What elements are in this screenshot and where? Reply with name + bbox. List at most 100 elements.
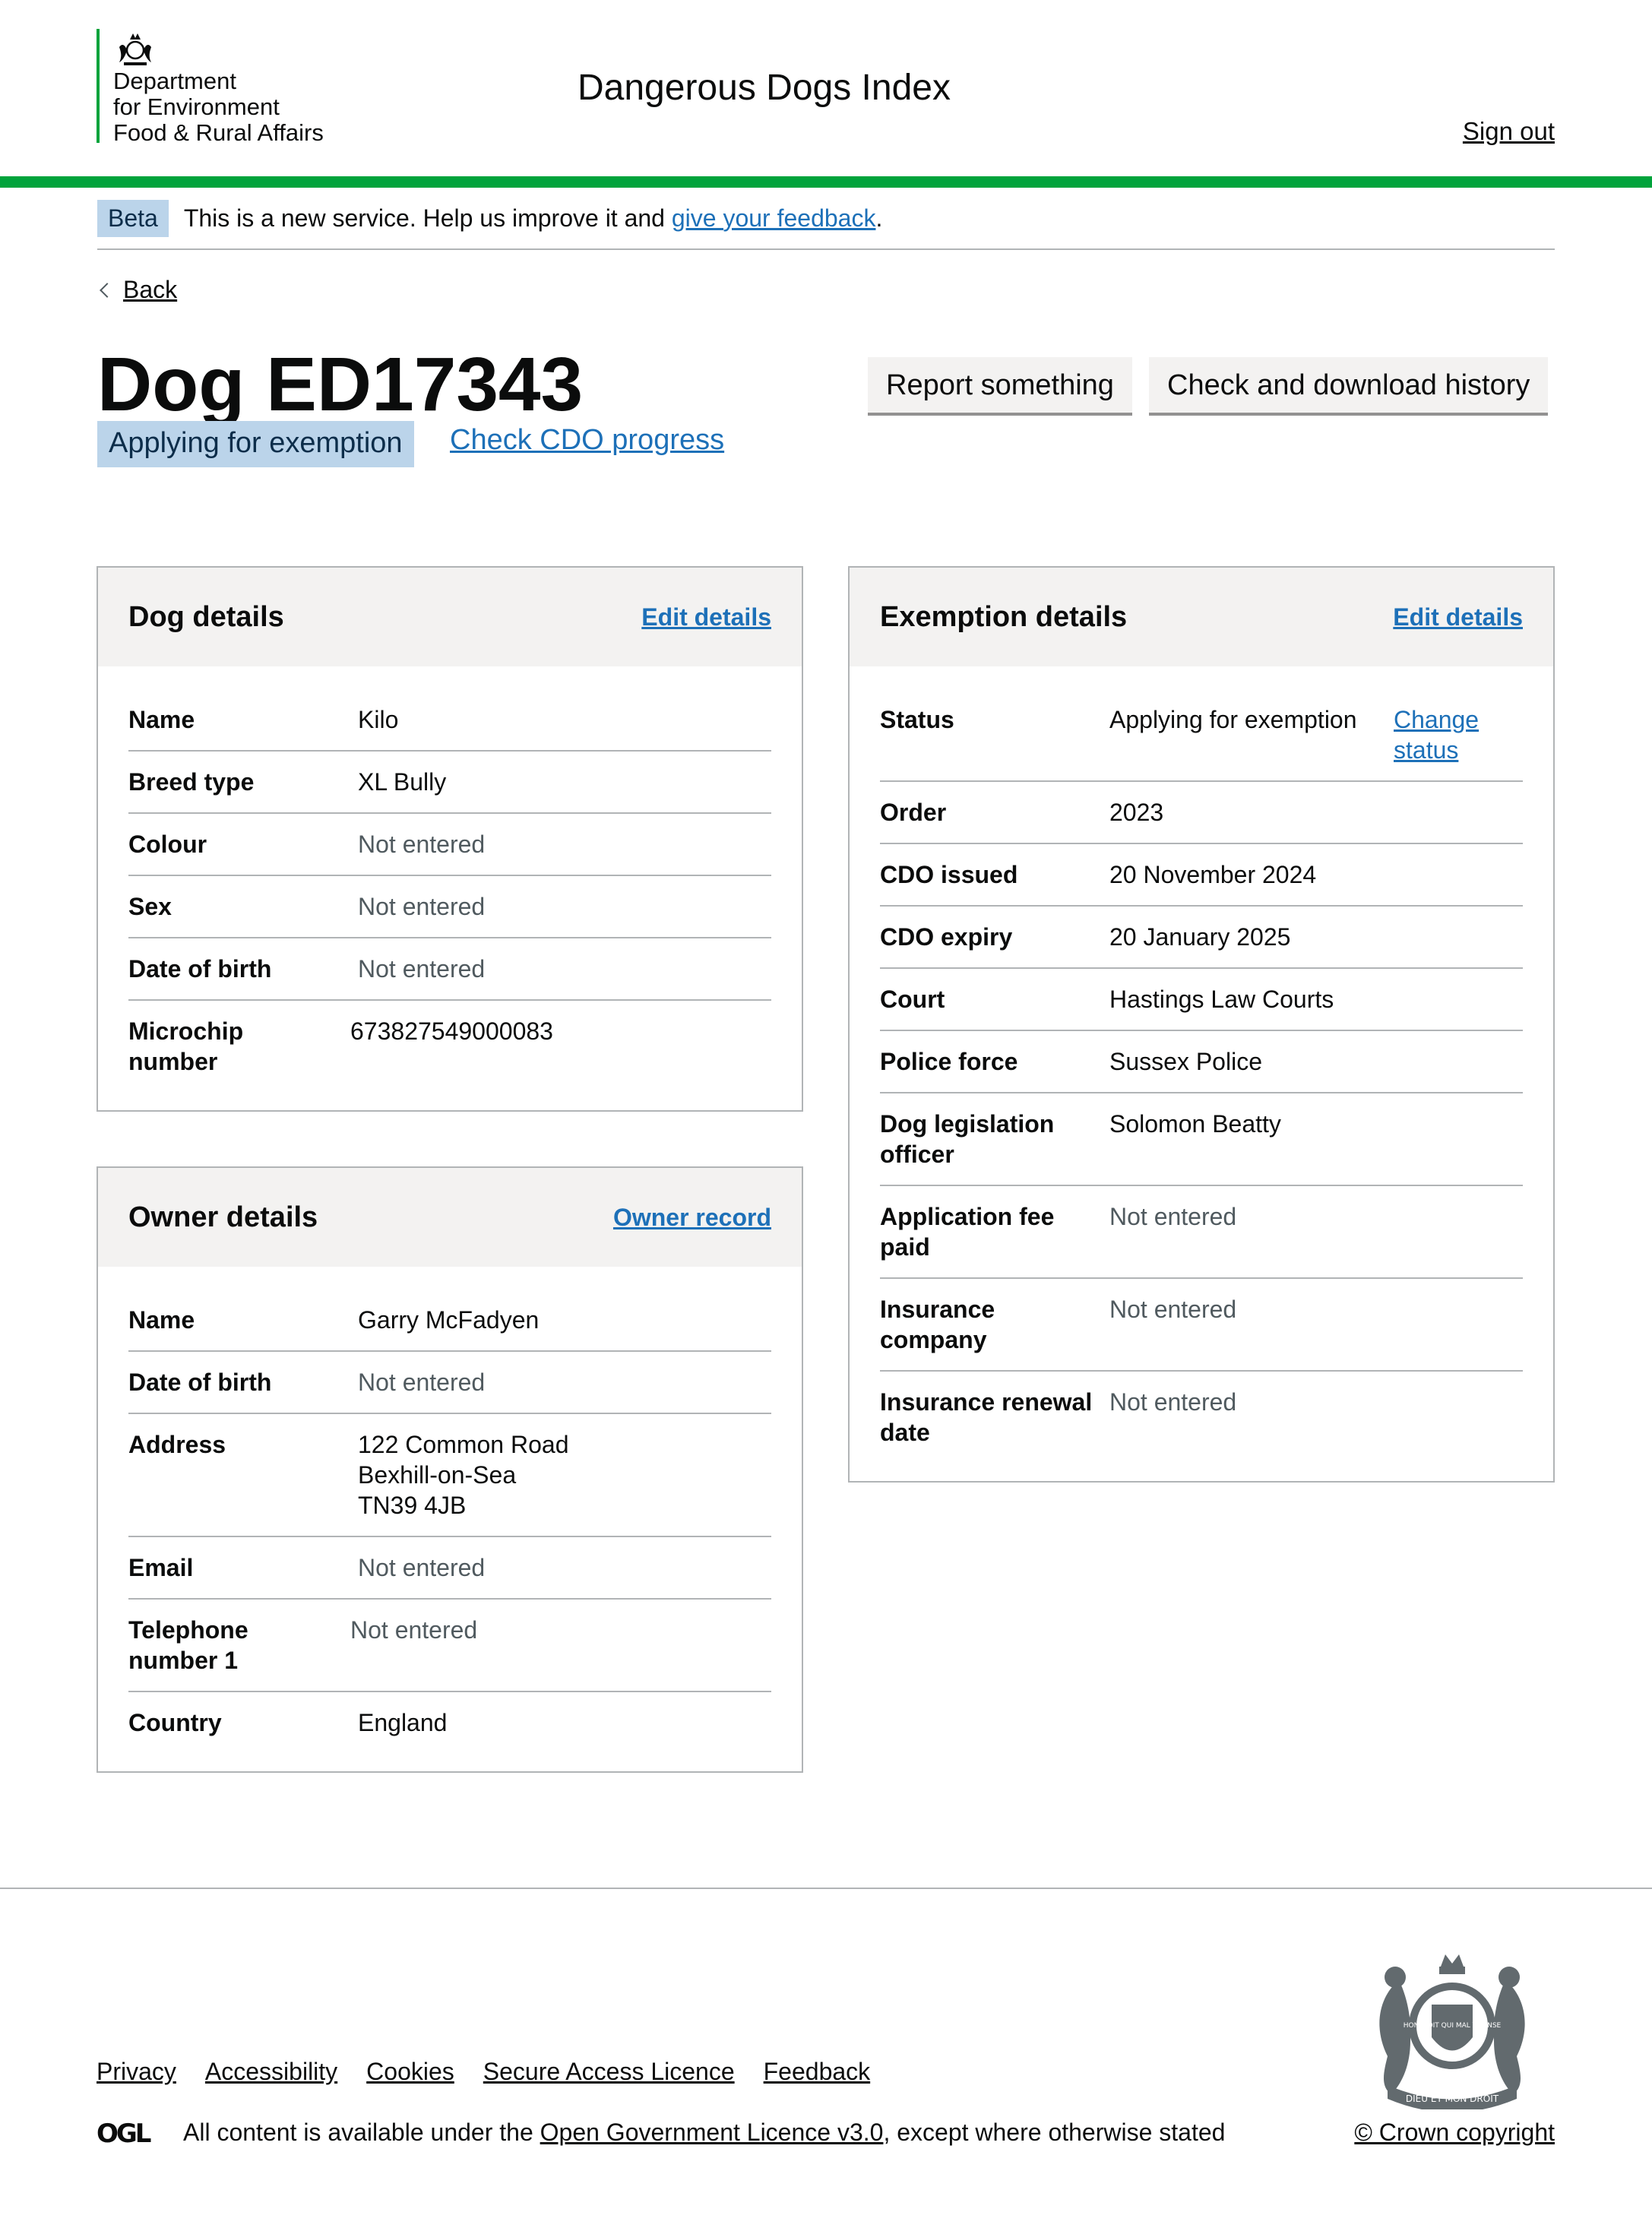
card-header: Dog details Edit details bbox=[98, 568, 802, 666]
row-key: Insurance renewal date bbox=[880, 1388, 1093, 1446]
row-value: Not entered bbox=[358, 831, 486, 858]
row-key: Microchip number bbox=[128, 1017, 244, 1075]
back-label: Back bbox=[123, 276, 178, 303]
card-body: Name Kilo Breed type XL Bully Colour Not… bbox=[98, 666, 802, 1110]
row-key: Order bbox=[880, 799, 947, 826]
row-value: Not entered bbox=[1109, 1388, 1237, 1416]
beta-tag: Beta bbox=[97, 199, 169, 237]
org-name: Department for Environment Food & Rural … bbox=[113, 68, 324, 146]
row-key: Telephone number 1 bbox=[128, 1616, 248, 1674]
summary-row: Name Kilo bbox=[128, 689, 771, 752]
status-tag: Applying for exemption bbox=[97, 421, 414, 467]
dog-details-card: Dog details Edit details Name Kilo Breed… bbox=[97, 566, 803, 1112]
owner-details-card: Owner details Owner record Name Garry Mc… bbox=[97, 1166, 803, 1773]
card-body: Status Applying for exemption Change sta… bbox=[850, 666, 1553, 1481]
owner-record-link[interactable]: Owner record bbox=[613, 1204, 771, 1232]
service-name[interactable]: Dangerous Dogs Index bbox=[578, 65, 951, 111]
row-value: Applying for exemption bbox=[1109, 706, 1357, 733]
row-value: XL Bully bbox=[358, 768, 447, 796]
address-line: 122 Common Road bbox=[358, 1431, 569, 1458]
row-value: 20 January 2025 bbox=[1109, 923, 1291, 951]
row-value: Not entered bbox=[358, 955, 486, 983]
card-header: Owner details Owner record bbox=[98, 1168, 802, 1267]
summary-row: Insurance renewal date Not entered bbox=[880, 1372, 1523, 1463]
org-name-line: for Environment bbox=[113, 93, 280, 120]
row-value: Not entered bbox=[1109, 1296, 1237, 1323]
org-name-line: Food & Rural Affairs bbox=[113, 119, 324, 146]
row-value: Solomon Beatty bbox=[1109, 1110, 1281, 1138]
row-value: Hastings Law Courts bbox=[1109, 986, 1334, 1013]
summary-row: CDO issued 20 November 2024 bbox=[880, 844, 1523, 907]
card-body: Name Garry McFadyen Date of birth Not en… bbox=[98, 1267, 802, 1771]
crest-motto: DIEU ET MON DROIT bbox=[1406, 2093, 1499, 2104]
sign-out-link[interactable]: Sign out bbox=[1463, 117, 1555, 146]
address-value: 122 Common Road Bexhill-on-Sea TN39 4JB bbox=[358, 1429, 771, 1521]
check-download-history-button[interactable]: Check and download history bbox=[1149, 357, 1549, 413]
card-title: Dog details bbox=[128, 600, 284, 633]
row-key: Dog legislation officer bbox=[880, 1110, 1055, 1168]
summary-row: Colour Not entered bbox=[128, 814, 771, 876]
garter-motto: HONI SOIT QUI MAL Y PENSE bbox=[1404, 2022, 1502, 2030]
card-header: Exemption details Edit details bbox=[850, 568, 1553, 666]
row-key: Date of birth bbox=[128, 955, 272, 983]
row-value: Not entered bbox=[350, 1616, 478, 1644]
footer-link-accessibility[interactable]: Accessibility bbox=[205, 2058, 337, 2086]
card-title: Exemption details bbox=[880, 600, 1128, 633]
check-cdo-progress-link[interactable]: Check CDO progress bbox=[450, 424, 724, 457]
row-key: Email bbox=[128, 1554, 194, 1581]
change-status-link[interactable]: Change status bbox=[1394, 706, 1479, 764]
footer-links: Privacy Accessibility Cookies Secure Acc… bbox=[97, 2058, 870, 2086]
row-value: 673827549000083 bbox=[350, 1017, 553, 1045]
row-action: Change status bbox=[1394, 704, 1523, 765]
summary-row: Sex Not entered bbox=[128, 876, 771, 938]
crown-copyright-link[interactable]: © Crown copyright bbox=[1354, 2119, 1555, 2147]
ogl-logo-icon: OGL bbox=[97, 2121, 153, 2145]
org-name-line: Department bbox=[113, 68, 236, 94]
summary-row: Address 122 Common Road Bexhill-on-Sea T… bbox=[128, 1414, 771, 1537]
row-value: Garry McFadyen bbox=[358, 1306, 540, 1334]
card-title: Owner details bbox=[128, 1201, 318, 1233]
row-key: Breed type bbox=[128, 768, 255, 796]
title-row: Dog ED17343 Applying for exemption Check… bbox=[97, 339, 1555, 544]
row-value: Not entered bbox=[358, 1554, 486, 1581]
row-key: Police force bbox=[880, 1048, 1018, 1075]
summary-row: Insurance company Not entered bbox=[880, 1279, 1523, 1372]
licence-text: All content is available under the bbox=[183, 2119, 540, 2146]
address-line: Bexhill-on-Sea bbox=[358, 1461, 517, 1489]
row-key: Name bbox=[128, 706, 195, 733]
footer-link-secure-access-licence[interactable]: Secure Access Licence bbox=[483, 2058, 735, 2086]
row-key: CDO expiry bbox=[880, 923, 1013, 951]
row-key: Country bbox=[128, 1709, 222, 1736]
beta-text-end: . bbox=[875, 204, 883, 232]
summary-row: Breed type XL Bully bbox=[128, 752, 771, 814]
row-value: Kilo bbox=[358, 706, 399, 733]
summary-row: Court Hastings Law Courts bbox=[880, 969, 1523, 1031]
chevron-left-icon bbox=[100, 282, 115, 298]
site-header: Department for Environment Food & Rural … bbox=[0, 0, 1652, 176]
ogl-licence-link[interactable]: Open Government Licence v3.0 bbox=[540, 2119, 884, 2147]
edit-exemption-details-link[interactable]: Edit details bbox=[1393, 603, 1523, 631]
feedback-link[interactable]: give your feedback bbox=[672, 204, 876, 233]
exemption-details-card: Exemption details Edit details Status Ap… bbox=[848, 566, 1555, 1483]
edit-dog-details-link[interactable]: Edit details bbox=[641, 603, 771, 631]
svg-text:OGL: OGL bbox=[97, 2121, 151, 2145]
back-link[interactable]: Back bbox=[97, 276, 177, 304]
beta-banner: Beta This is a new service. Help us impr… bbox=[97, 188, 1555, 250]
crest-icon bbox=[119, 33, 151, 65]
site-footer: HONI SOIT QUI MAL Y PENSE DIEU ET MON DR… bbox=[0, 1888, 1652, 2231]
row-key: Court bbox=[880, 986, 945, 1013]
address-line: TN39 4JB bbox=[358, 1492, 467, 1519]
row-key: Insurance company bbox=[880, 1296, 995, 1353]
report-something-button[interactable]: Report something bbox=[868, 357, 1132, 413]
royal-coat-of-arms-icon: HONI SOIT QUI MAL Y PENSE DIEU ET MON DR… bbox=[1379, 1954, 1525, 2109]
row-value: Not entered bbox=[358, 1369, 486, 1396]
summary-row: Application fee paid Not entered bbox=[880, 1186, 1523, 1279]
licence-text-end: , except where otherwise stated bbox=[883, 2119, 1226, 2146]
footer-link-privacy[interactable]: Privacy bbox=[97, 2058, 176, 2086]
main-container: Beta This is a new service. Help us impr… bbox=[97, 188, 1555, 544]
row-value: Sussex Police bbox=[1109, 1048, 1262, 1075]
summary-row: Status Applying for exemption Change sta… bbox=[880, 689, 1523, 782]
footer-link-feedback[interactable]: Feedback bbox=[764, 2058, 871, 2086]
footer-link-cookies[interactable]: Cookies bbox=[366, 2058, 454, 2086]
defra-logo[interactable]: Department for Environment Food & Rural … bbox=[97, 29, 324, 146]
